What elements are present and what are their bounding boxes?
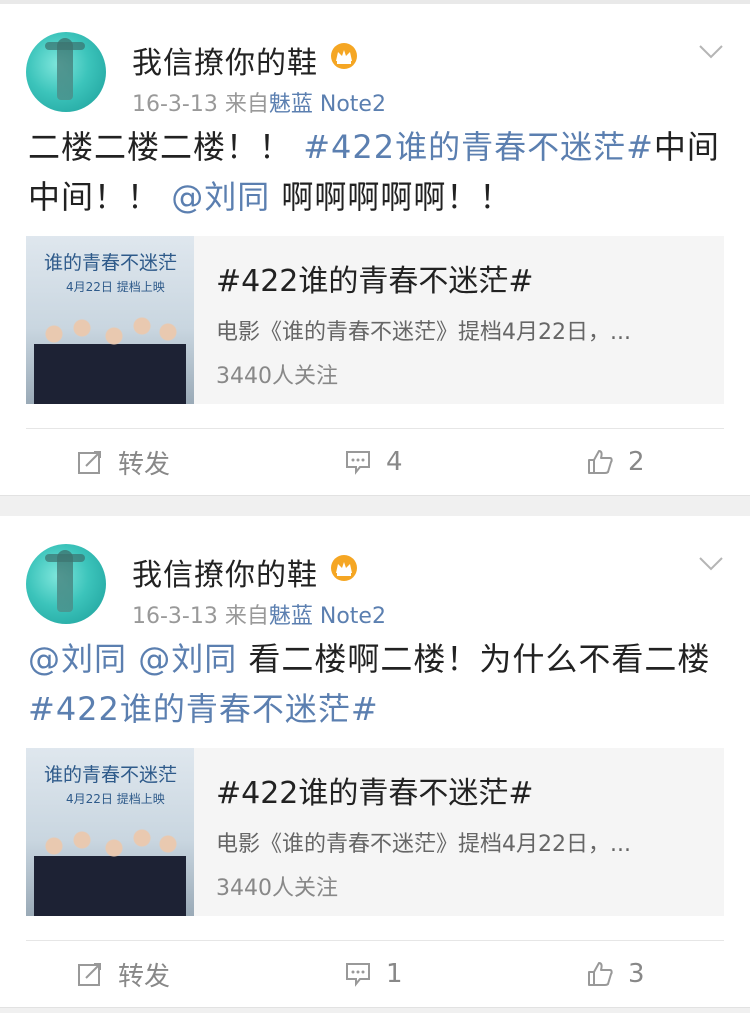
comment-icon [346, 963, 370, 987]
post-meta: 16-3-13 来自魅蓝 Note2 [132, 598, 386, 630]
device-name[interactable]: 魅蓝 Note2 [269, 604, 386, 629]
like-icon [588, 962, 613, 986]
chevron-down-icon[interactable] [698, 554, 724, 574]
topic-followers: 3440人关注 [216, 364, 338, 389]
post-time: 16-3-13 [132, 92, 218, 117]
vip-crown-icon [331, 555, 357, 581]
action-bar: 转发 4 2 [0, 429, 750, 495]
post-time: 16-3-13 [132, 604, 218, 629]
post-text: @刘同 @刘同 看二楼啊二楼！为什么不看二楼 #422谁的青春不迷茫# [28, 640, 711, 728]
comment-button[interactable]: 1 [344, 941, 403, 1007]
topic-card[interactable]: 谁的青春不迷茫 4月22日 提档上映 #422谁的青春不迷茫# 电影《谁的青春不… [26, 236, 724, 404]
topic-card[interactable]: 谁的青春不迷茫 4月22日 提档上映 #422谁的青春不迷茫# 电影《谁的青春不… [26, 748, 724, 916]
vip-crown-icon [331, 43, 357, 69]
chevron-down-icon[interactable] [698, 42, 724, 62]
avatar[interactable] [26, 32, 106, 112]
like-icon [588, 450, 613, 474]
like-button[interactable]: 2 [586, 429, 645, 495]
repost-button[interactable]: 转发 [76, 429, 170, 495]
post-meta: 16-3-13 来自魅蓝 Note2 [132, 86, 386, 118]
post-header: 我信撩你的鞋 16-3-13 来自魅蓝 Note2 [0, 4, 750, 122]
hashtag-link[interactable]: #422谁的青春不迷茫# [28, 690, 379, 728]
username[interactable]: 我信撩你的鞋 [132, 550, 318, 594]
repost-button[interactable]: 转发 [76, 941, 170, 1007]
hashtag-link[interactable]: #422谁的青春不迷茫# [303, 128, 654, 166]
post-text: 二楼二楼二楼！！ #422谁的青春不迷茫#中间中间！！ @刘同 啊啊啊啊啊！！ [28, 128, 720, 216]
repost-icon [78, 451, 101, 474]
topic-description: 电影《谁的青春不迷茫》提档4月22日，... [216, 832, 631, 857]
source-prefix: 来自 [224, 92, 269, 117]
like-button[interactable]: 3 [586, 941, 645, 1007]
topic-thumbnail: 谁的青春不迷茫 4月22日 提档上映 [26, 236, 194, 404]
repost-icon [78, 963, 101, 986]
topic-title: #422谁的青春不迷茫# [216, 776, 534, 811]
weibo-feed: 我信撩你的鞋 16-3-13 来自魅蓝 Note2 二楼二楼二楼！！ #422谁… [0, 0, 750, 1013]
post-card[interactable]: 我信撩你的鞋 16-3-13 来自魅蓝 Note2 @刘同 @刘同 看二楼啊二楼… [0, 516, 750, 1008]
mention-link[interactable]: @刘同 [138, 640, 237, 678]
post-card[interactable]: 我信撩你的鞋 16-3-13 来自魅蓝 Note2 二楼二楼二楼！！ #422谁… [0, 4, 750, 496]
device-name[interactable]: 魅蓝 Note2 [269, 92, 386, 117]
action-bar: 转发 1 3 [0, 941, 750, 1007]
comment-button[interactable]: 4 [344, 429, 403, 495]
comment-icon [346, 451, 370, 475]
topic-thumbnail: 谁的青春不迷茫 4月22日 提档上映 [26, 748, 194, 916]
topic-followers: 3440人关注 [216, 876, 338, 901]
topic-title: #422谁的青春不迷茫# [216, 264, 534, 299]
source-prefix: 来自 [224, 604, 269, 629]
post-header: 我信撩你的鞋 16-3-13 来自魅蓝 Note2 [0, 516, 750, 634]
topic-description: 电影《谁的青春不迷茫》提档4月22日，... [216, 320, 631, 345]
mention-link[interactable]: @刘同 [28, 640, 127, 678]
username[interactable]: 我信撩你的鞋 [132, 38, 318, 82]
avatar[interactable] [26, 544, 106, 624]
mention-link[interactable]: @刘同 [171, 178, 270, 216]
